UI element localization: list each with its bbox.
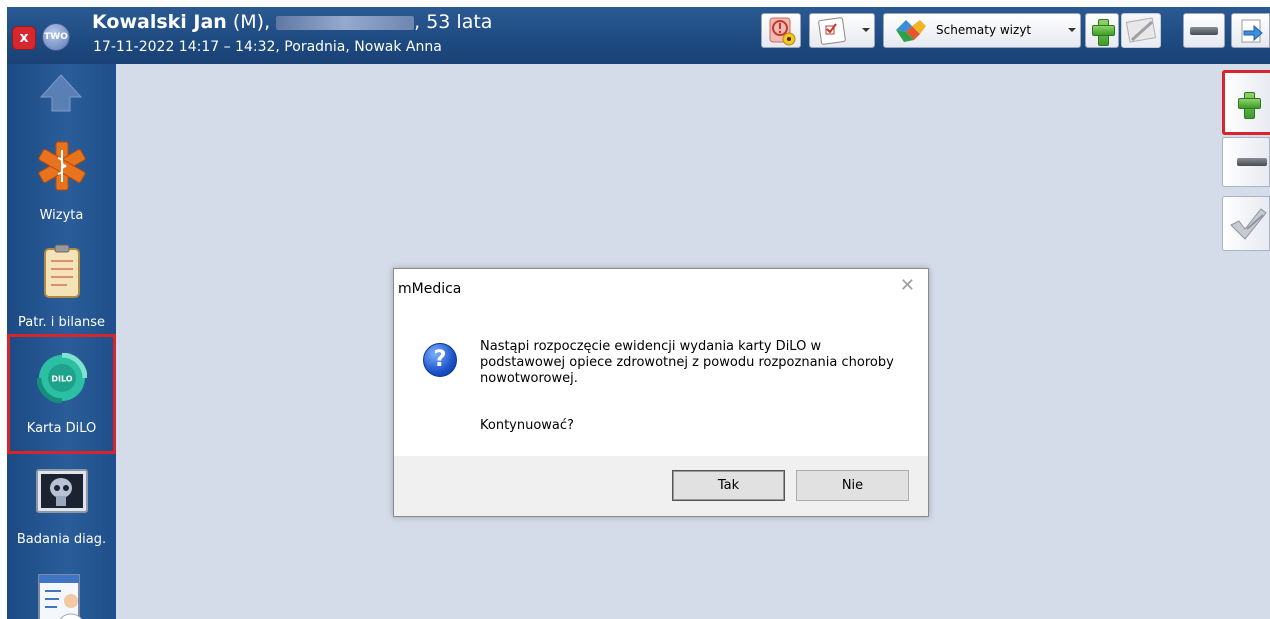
confirmation-dialog: mMedica ✕ ? Nastąpi rozpoczęcie ewidencj… xyxy=(393,268,929,517)
patient-sex: (M), xyxy=(226,11,271,33)
dialog-message: Nastąpi rozpoczęcie ewidencji wydania ka… xyxy=(480,339,894,386)
right-approve-button[interactable] xyxy=(1222,196,1270,251)
plus-icon xyxy=(1236,90,1262,119)
right-remove-button[interactable] xyxy=(1222,137,1270,187)
edit-button[interactable] xyxy=(1121,13,1161,48)
question-icon: ? xyxy=(423,343,457,377)
sidebar-item-label: Wizyta xyxy=(39,208,84,223)
remove-button[interactable] xyxy=(1183,13,1225,48)
puzzle-icon xyxy=(896,20,926,42)
clipboard-icon xyxy=(44,244,80,298)
biohazard-alert-icon xyxy=(769,17,796,46)
schematy-dropdown-arrow[interactable] xyxy=(1068,28,1076,32)
redacted-pesel xyxy=(276,15,415,30)
xray-icon xyxy=(36,469,88,513)
alerts-button[interactable] xyxy=(761,13,801,48)
checklist-dropdown-arrow[interactable] xyxy=(862,28,870,32)
right-add-button[interactable] xyxy=(1222,70,1270,135)
sidebar-item-formularze[interactable] xyxy=(7,569,116,619)
sidebar-item-wizyta[interactable]: Wizyta xyxy=(7,136,116,226)
medical-star-icon xyxy=(38,141,86,191)
close-visit-button[interactable]: x xyxy=(12,26,36,50)
schematy-wizyt-button[interactable]: Schematy wizyt xyxy=(883,13,1081,48)
yes-button[interactable]: Tak xyxy=(672,470,785,501)
add-button[interactable] xyxy=(1085,13,1119,48)
minus-icon xyxy=(1190,27,1218,35)
sidebar-item-badania[interactable]: Badania diag. xyxy=(7,466,116,554)
patient-info: Kowalski Jan (M), , 53 lata xyxy=(92,11,492,33)
patient-status-icon[interactable]: TWO xyxy=(42,23,70,51)
highlight-karta-dilo xyxy=(7,334,116,454)
minus-icon xyxy=(1237,158,1267,166)
check-icon xyxy=(1230,208,1267,240)
patient-header: x TWO Kowalski Jan (M), , 53 lata 17-11-2… xyxy=(7,7,1270,64)
dialog-question: Kontynuować? xyxy=(480,418,574,433)
dialog-title: mMedica xyxy=(398,281,462,297)
no-button[interactable]: Nie xyxy=(796,470,909,501)
export-arrow-icon xyxy=(1241,19,1263,43)
edit-document-icon xyxy=(1125,17,1157,43)
checklist-button[interactable] xyxy=(809,13,875,48)
sidebar-item-label: Badania diag. xyxy=(16,532,107,547)
schematy-wizyt-label: Schematy wizyt xyxy=(936,23,1032,37)
export-button[interactable] xyxy=(1231,13,1270,48)
app-window: x TWO Kowalski Jan (M), , 53 lata 17-11-2… xyxy=(7,7,1270,619)
patient-age: , 53 lata xyxy=(414,11,493,33)
dialog-footer: Tak Nie xyxy=(394,456,928,516)
dialog-close-icon[interactable]: ✕ xyxy=(900,275,915,296)
checklist-icon xyxy=(818,17,846,45)
patient-name: Kowalski Jan xyxy=(92,11,227,33)
visit-info: 17-11-2022 14:17 – 14:32, Poradnia, Nowa… xyxy=(93,39,442,55)
sidebar-item-label: Patr. i bilanse xyxy=(18,315,105,330)
plus-icon xyxy=(1090,17,1116,46)
scroll-up-icon[interactable] xyxy=(39,73,83,113)
doctor-form-icon xyxy=(38,574,82,619)
sidebar-item-patronaze[interactable]: Patr. i bilanse xyxy=(7,239,116,334)
